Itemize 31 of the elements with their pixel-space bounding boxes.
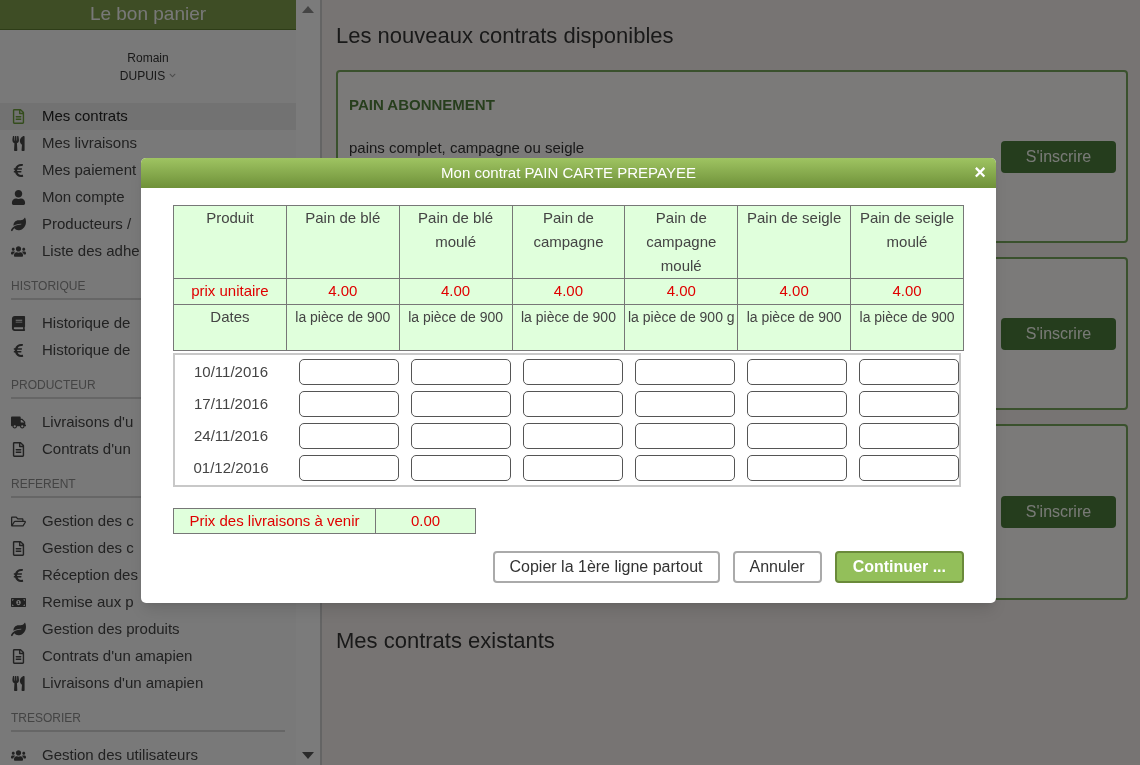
table-header: Pain de blé xyxy=(286,205,400,279)
table-header: Produit xyxy=(173,205,287,279)
total-value: 0.00 xyxy=(376,508,476,534)
delivery-date: 24/11/2016 xyxy=(193,425,269,446)
contract-title: PAIN ABONNEMENT xyxy=(349,95,496,115)
contract-description: pains complet, campagne ou seigle xyxy=(349,137,585,158)
table-header: Pain de blé moulé xyxy=(399,205,513,279)
user-first-name: Romain xyxy=(127,49,169,67)
table-cell: 4.00 xyxy=(399,278,513,305)
table-cell: 4.00 xyxy=(737,278,851,305)
total-label: Prix des livraisons à venir xyxy=(173,508,376,534)
app-title: Le bon panier xyxy=(89,2,207,26)
table-cell: prix unitaire xyxy=(173,278,287,305)
table-cell: 4.00 xyxy=(850,278,964,305)
table-cell: la pièce de 900 xyxy=(512,304,625,351)
table-header: Pain de seigle moulé xyxy=(850,205,964,279)
table-cell: 4.00 xyxy=(286,278,400,305)
table-cell: la pièce de 900 xyxy=(850,304,964,351)
table-header: Pain de seigle xyxy=(737,205,851,279)
table-cell: 4.00 xyxy=(512,278,625,305)
dialog-title: Mon contrat PAIN CARTE PREPAYEE xyxy=(441,162,696,183)
table-cell: la pièce de 900 xyxy=(286,304,400,351)
table-cell: la pièce de 900 xyxy=(737,304,851,351)
page-title: Les nouveaux contrats disponibles xyxy=(336,22,675,50)
table-cell: 4.00 xyxy=(624,278,738,305)
table-cell: la pièce de 900 xyxy=(399,304,513,351)
table-header: Pain de campagne moulé xyxy=(624,205,738,279)
table-cell: la pièce de 900 g xyxy=(624,304,738,351)
section-title: Mes contrats existants xyxy=(336,627,556,655)
table-header: Pain de campagne xyxy=(512,205,625,279)
table-header: Dates xyxy=(173,304,287,351)
